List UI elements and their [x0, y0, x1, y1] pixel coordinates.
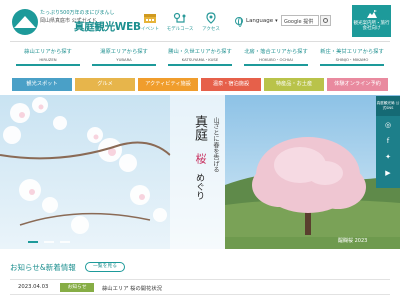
news-title: 蒜山エリア 桜の開花状況	[102, 286, 162, 292]
category-souvenir-button[interactable]: 特産品・お土産	[264, 78, 324, 91]
news-heading: お知らせ&新着情報	[10, 263, 76, 272]
hero-slider[interactable]: 真庭 山ざとに春を告げる 桜 めぐり 醍醐桜 2023	[0, 95, 400, 249]
slider-dot-1[interactable]	[28, 241, 38, 243]
area-underline	[92, 64, 156, 66]
hero-subtitle: 山ざとに春を告げる	[212, 117, 219, 173]
area-underline	[320, 64, 384, 66]
header-nav-access[interactable]: アクセス	[197, 12, 225, 32]
flag-icon	[366, 10, 377, 18]
hero-title: 真庭	[192, 115, 207, 141]
logo-subtitle: 岡山県真庭市 公式ガイド	[40, 18, 97, 24]
hero-accent: 桜	[194, 153, 207, 164]
hero-tail: めぐり	[194, 173, 204, 200]
area-nav-hokubo-ochiai[interactable]: 北房・落合エリアから探す HOKUBO・OCHIAI	[238, 42, 314, 66]
area-nav-label: 北房・落合エリアから探す	[244, 49, 308, 55]
area-nav-shinjo-mikamo[interactable]: 新庄・美甘エリアから探す SHINJO・MIKAMO	[314, 42, 390, 66]
instagram-icon[interactable]: ◎	[383, 120, 393, 130]
calendar-icon	[144, 14, 156, 23]
area-nav-label: 湯原エリアから探す	[100, 49, 148, 55]
header-nav-label: アクセス	[202, 27, 220, 32]
header-nav-model-course[interactable]: モデルコース	[166, 12, 194, 32]
tour-agency-label: 観光案内所・旅行会社向け	[353, 21, 390, 31]
area-underline	[244, 64, 308, 66]
slider-dot-3[interactable]	[60, 241, 70, 243]
slider-dots	[28, 241, 70, 243]
chevron-down-icon: ▾	[275, 18, 278, 24]
area-nav-yubara[interactable]: 湯原エリアから探す YUBARA	[86, 42, 162, 66]
area-nav-en: YUBARA	[116, 57, 132, 62]
route-icon	[173, 12, 186, 23]
area-nav-en: SHINJO・MIKAMO	[335, 57, 369, 62]
news-list-item[interactable]: 2023.04.03 お知らせ 蒜山エリア 桜の開花状況	[10, 279, 390, 295]
area-nav-label: 蒜山エリアから探す	[24, 49, 72, 55]
access-icon	[206, 12, 216, 24]
area-underline	[168, 64, 232, 66]
area-nav-katsuyama-kuse[interactable]: 勝山・久世エリアから探す KATSUYAMA・KUSE	[162, 42, 238, 66]
area-underline	[16, 64, 80, 66]
slider-dot-2[interactable]	[44, 241, 54, 243]
category-spots-button[interactable]: 観光スポット	[12, 78, 72, 91]
logo-tagline: たっぷり500万年のまにびまんし	[40, 10, 115, 16]
social-sidebar: 真庭観光局 公式SNS ◎ f ✦ ▶	[376, 96, 400, 188]
header-nav-label: モデルコース	[166, 27, 194, 32]
header-nav-events[interactable]: イベント	[136, 12, 164, 32]
area-nav-label: 勝山・久世エリアから探す	[168, 49, 232, 55]
hero-photo-credit: 醍醐桜 2023	[338, 238, 368, 244]
language-label: Language	[246, 18, 274, 24]
category-activity-button[interactable]: アクティビティ施設	[138, 78, 198, 91]
news-list-button[interactable]: 一覧を見る	[85, 262, 125, 272]
language-selector[interactable]: Language ▾	[235, 16, 278, 27]
facebook-icon[interactable]: f	[383, 136, 393, 146]
globe-icon	[235, 17, 243, 27]
news-date: 2023.04.03	[18, 284, 49, 290]
search-input[interactable]: Google 提供	[281, 15, 319, 26]
tour-agency-button[interactable]: 観光案内所・旅行会社向け	[352, 5, 391, 37]
search-icon	[323, 18, 328, 23]
twitter-icon[interactable]: ✦	[383, 152, 393, 162]
area-nav: 蒜山エリアから探す HIRUZEN 湯原エリアから探す YUBARA 勝山・久世…	[10, 41, 390, 66]
area-nav-en: KATSUYAMA・KUSE	[181, 57, 219, 62]
logo-mark-icon	[12, 9, 38, 35]
site-logo[interactable]: たっぷり500万年のまにびまんし 岡山県真庭市 公式ガイド 真庭観光WEB	[12, 8, 141, 38]
area-nav-hiruzen[interactable]: 蒜山エリアから探す HIRUZEN	[10, 42, 86, 66]
category-onsen-button[interactable]: 温泉・宿泊施設	[201, 78, 261, 91]
social-sidebar-label: 真庭観光局 公式SNS	[376, 96, 400, 116]
header-nav-label: イベント	[141, 27, 159, 32]
logo-title: 真庭観光WEB	[74, 21, 141, 33]
news-tag: お知らせ	[60, 283, 94, 292]
area-nav-label: 新庄・美甘エリアから探す	[320, 49, 384, 55]
search-button[interactable]	[320, 15, 331, 26]
category-online-booking-button[interactable]: 体験オンライン予約	[327, 78, 388, 91]
area-nav-en: HOKUBO・OCHIAI	[259, 57, 293, 62]
category-gourmet-button[interactable]: グルメ	[75, 78, 135, 91]
youtube-icon[interactable]: ▶	[383, 168, 393, 178]
area-nav-en: HIRUZEN	[39, 57, 57, 62]
